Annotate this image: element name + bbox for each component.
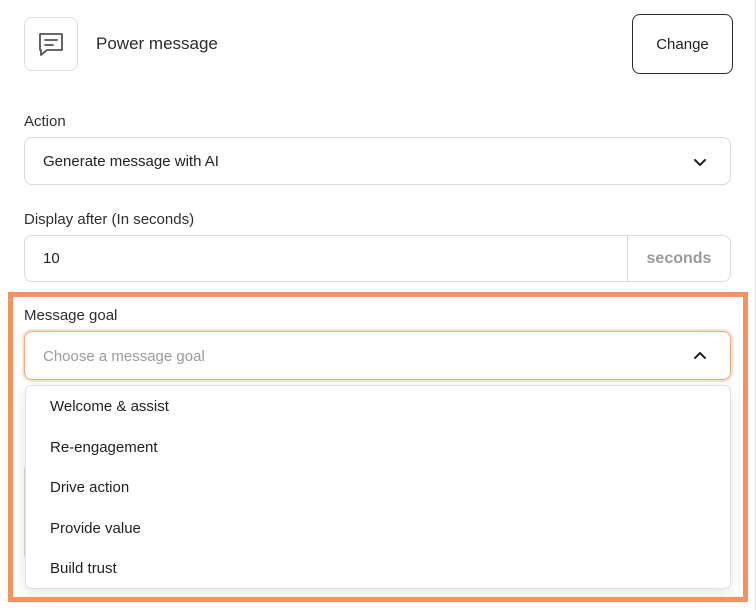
display-after-field: seconds (24, 235, 731, 282)
message-type-title: Power message (96, 34, 218, 53)
goal-option-provide-value[interactable]: Provide value (50, 520, 141, 537)
message-goal-dropdown: Welcome & assist Re-engagement Drive act… (25, 385, 731, 589)
message-type-header: Power message Change (24, 14, 733, 74)
change-button[interactable]: Change (632, 14, 733, 74)
display-after-input[interactable] (25, 236, 628, 281)
action-label: Action (24, 113, 66, 130)
action-select-value: Generate message with AI (43, 153, 219, 170)
message-goal-label: Message goal (24, 307, 118, 324)
power-message-panel: Power message Change Action Generate mes… (0, 0, 756, 610)
message-icon (24, 17, 78, 71)
display-after-label: Display after (In seconds) (24, 211, 195, 228)
chevron-up-icon (692, 348, 708, 369)
chevron-down-icon (692, 154, 708, 175)
message-goal-select[interactable]: Choose a message goal (24, 331, 731, 380)
message-goal-placeholder: Choose a message goal (43, 348, 205, 365)
goal-option-drive-action[interactable]: Drive action (50, 479, 129, 496)
action-select[interactable]: Generate message with AI (24, 137, 731, 185)
goal-option-re-engagement[interactable]: Re-engagement (50, 439, 158, 456)
seconds-suffix: seconds (627, 236, 730, 281)
goal-option-build-trust[interactable]: Build trust (50, 560, 117, 577)
goal-option-welcome-assist[interactable]: Welcome & assist (50, 398, 169, 415)
